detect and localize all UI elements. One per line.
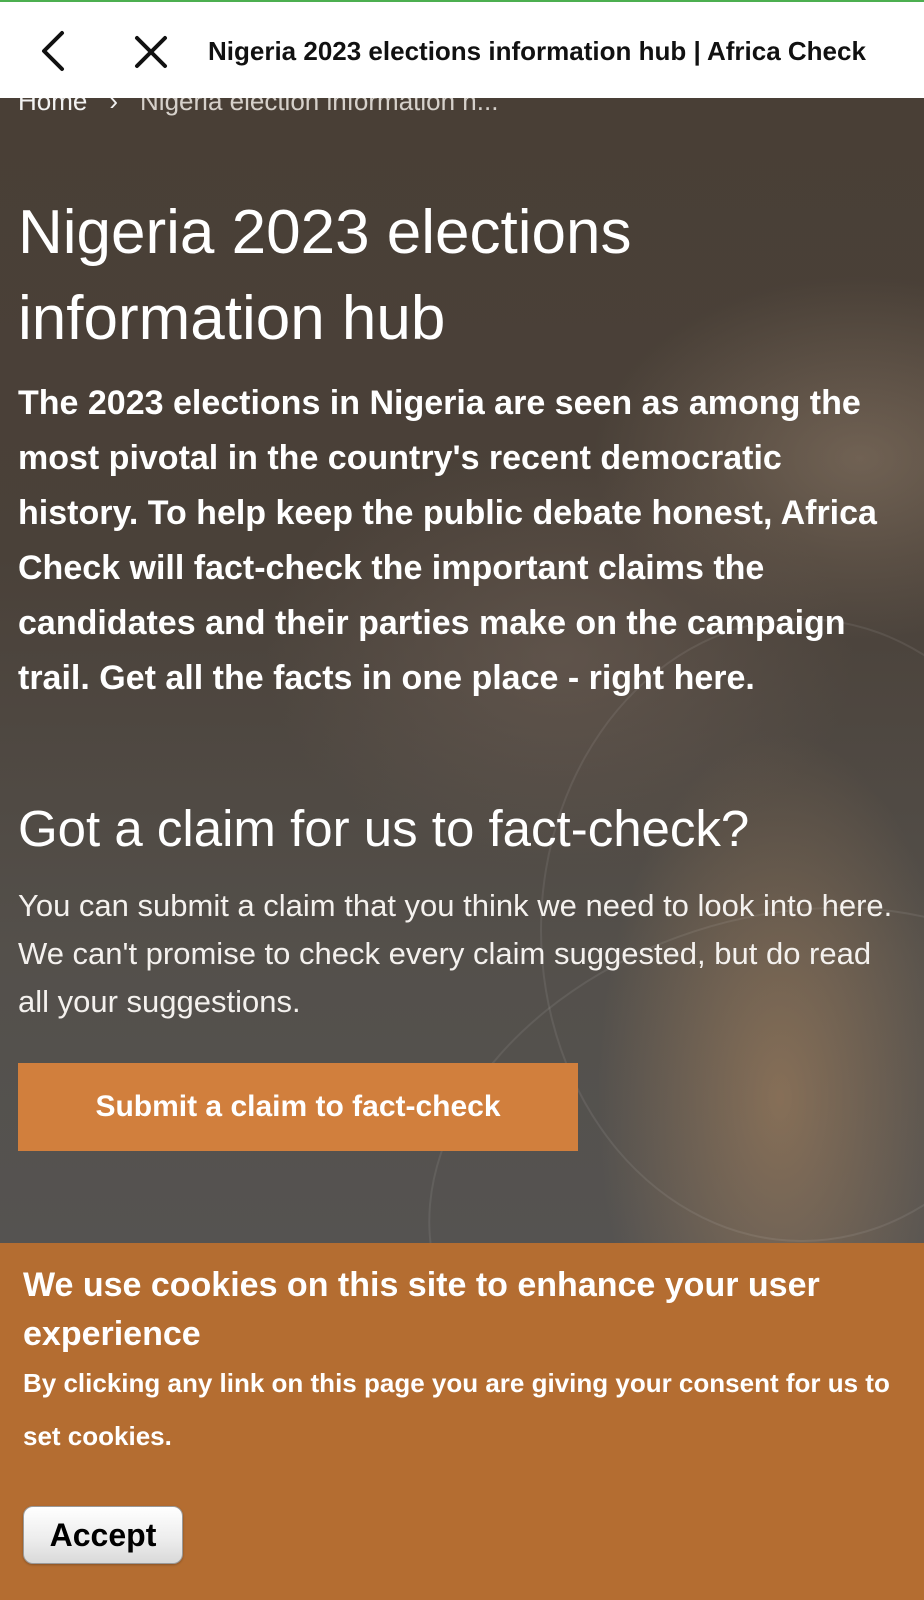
chevron-right-icon: › — [109, 98, 119, 116]
close-icon — [135, 36, 167, 68]
cookie-banner-heading: We use cookies on this site to enhance y… — [23, 1266, 820, 1353]
breadcrumb-current: Nigeria election information h... — [140, 98, 499, 116]
accept-cookies-button[interactable]: Accept — [23, 1506, 183, 1564]
back-button[interactable] — [28, 24, 78, 78]
cookie-banner-text: By clicking any link on this page you ar… — [23, 1368, 890, 1451]
cookie-banner: We use cookies on this site to enhance y… — [0, 1243, 924, 1600]
hero-section: Home › Nigeria election information h...… — [0, 98, 924, 1243]
page-title: Nigeria 2023 elections information hub — [18, 198, 632, 353]
intro-paragraph: The 2023 elections in Nigeria are seen a… — [18, 384, 877, 697]
browser-toolbar: Nigeria 2023 elections information hub |… — [0, 0, 924, 98]
page-tab-title: Nigeria 2023 elections information hub |… — [208, 35, 866, 66]
close-button[interactable] — [126, 26, 176, 78]
claim-description: You can submit a claim that you think we… — [18, 888, 893, 1019]
breadcrumb-home-link[interactable]: Home — [18, 98, 87, 117]
claim-heading: Got a claim for us to fact-check? — [18, 800, 750, 857]
submit-claim-button[interactable]: Submit a claim to fact-check — [18, 1063, 578, 1151]
chevron-left-icon — [42, 31, 64, 71]
breadcrumb: Home › Nigeria election information h... — [18, 98, 498, 117]
